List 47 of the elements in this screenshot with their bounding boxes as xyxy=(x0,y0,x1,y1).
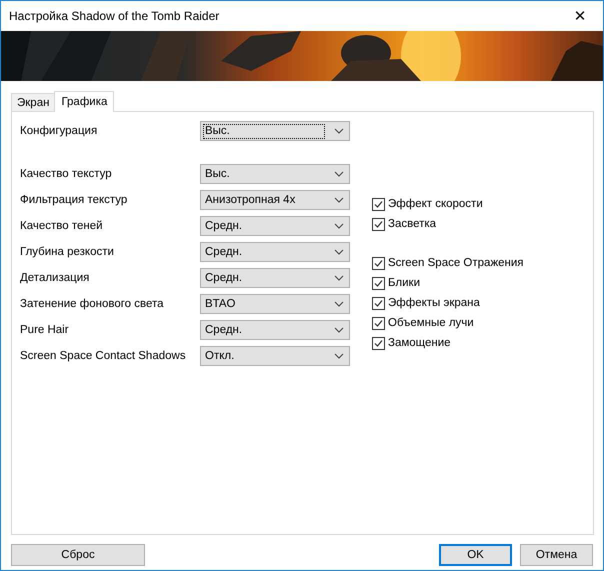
setting-label: Качество теней xyxy=(20,220,104,232)
dialog-button[interactable]: Сброс xyxy=(11,544,145,566)
setting-label: Детализация xyxy=(20,272,90,284)
checkbox[interactable] xyxy=(372,296,385,310)
chevron-down-icon xyxy=(334,275,344,281)
checkbox[interactable] xyxy=(372,218,385,230)
checkbox[interactable] xyxy=(372,316,385,330)
checkbox-label: Эффекты экрана xyxy=(388,297,480,309)
chevron-down-icon xyxy=(334,327,344,333)
dialog-button[interactable]: OK xyxy=(439,544,512,566)
chevron-down-icon xyxy=(334,353,344,359)
checkbox[interactable] xyxy=(372,276,385,290)
checkbox-label: Блики xyxy=(388,277,420,289)
chevron-down-icon xyxy=(334,171,344,177)
setting-label: Конфигурация xyxy=(20,125,98,137)
dropdown[interactable]: Выс. xyxy=(200,164,350,184)
setting-label: Глубина резкости xyxy=(20,246,115,258)
chevron-down-icon xyxy=(334,301,344,307)
checkbox-label: Замощение xyxy=(388,337,451,349)
dropdown[interactable]: Откл. xyxy=(200,346,350,366)
chevron-down-icon xyxy=(334,128,344,134)
dropdown[interactable]: BTAO xyxy=(200,294,350,314)
setting-label: Screen Space Contact Shadows xyxy=(20,350,187,362)
window-title: Настройка Shadow of the Tomb Raider xyxy=(9,9,220,23)
setting-label: Pure Hair xyxy=(20,324,70,336)
dropdown[interactable]: Средн. xyxy=(200,268,350,288)
setting-label: Фильтрация текстур xyxy=(20,194,128,206)
chevron-down-icon xyxy=(334,249,344,255)
checkbox-label: Screen Space Отражения xyxy=(388,257,524,269)
tab[interactable]: Экран xyxy=(11,93,56,111)
checkbox[interactable] xyxy=(372,336,385,350)
dropdown[interactable]: Средн. xyxy=(200,216,350,236)
tab[interactable]: Графика xyxy=(54,91,114,112)
dialog-button[interactable]: Отмена xyxy=(520,544,593,566)
setting-label: Затенение фонового света xyxy=(20,298,165,310)
checkbox-label: Засветка xyxy=(388,218,436,230)
checkbox[interactable] xyxy=(372,198,385,210)
setting-label: Качество текстур xyxy=(20,168,113,180)
checkbox-label: Объемные лучи xyxy=(388,317,474,329)
dropdown[interactable]: Средн. xyxy=(200,320,350,340)
dropdown[interactable]: Средн. xyxy=(200,242,350,262)
checkbox-label: Эффект скорости xyxy=(388,198,483,210)
checkbox[interactable] xyxy=(372,256,385,270)
chevron-down-icon xyxy=(334,223,344,229)
dropdown[interactable]: Выс. xyxy=(200,121,350,141)
dropdown[interactable]: Анизотропная 4x xyxy=(200,190,350,210)
chevron-down-icon xyxy=(334,197,344,203)
